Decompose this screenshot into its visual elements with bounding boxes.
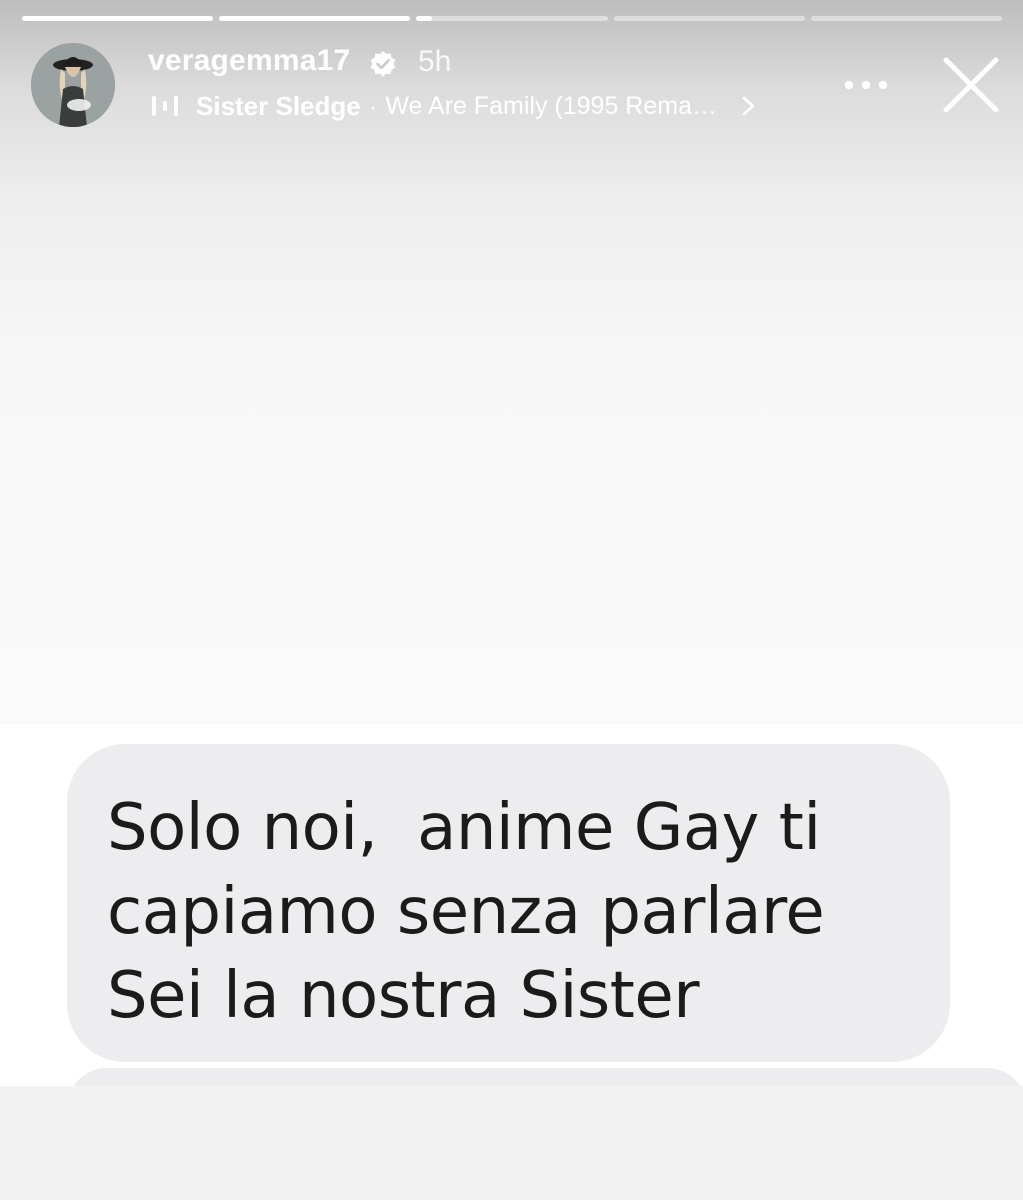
- story-bottom-area: [0, 1086, 1023, 1200]
- progress-segment-fill: [219, 16, 411, 21]
- close-icon[interactable]: [940, 54, 1002, 116]
- progress-segment-fill: [416, 16, 432, 21]
- story-username[interactable]: veragemma17: [148, 44, 350, 78]
- message-line: Sei la nostra Sister: [107, 959, 700, 1033]
- chevron-right-icon: [742, 96, 755, 116]
- progress-segment: [810, 16, 1003, 21]
- story-time-ago: 5h: [418, 45, 452, 78]
- progress-segment: [219, 16, 411, 21]
- message-line: Solo noi, anime Gay ti: [107, 791, 821, 865]
- profile-avatar-image: [31, 43, 115, 127]
- story-music-attribution[interactable]: Sister Sledge · We Are Family (1995 Rema…: [150, 88, 757, 124]
- profile-avatar[interactable]: [31, 43, 115, 127]
- music-song-title: We Are Family (1995 Rema…: [385, 91, 717, 120]
- story-viewer[interactable]: veragemma17 5h Sister Sledge · We Are Fa…: [0, 0, 1023, 1200]
- message-line: capiamo senza parlare: [107, 875, 825, 949]
- progress-segment: [416, 16, 608, 21]
- music-bars-icon: [152, 96, 178, 116]
- story-progress-bar: [22, 16, 1003, 21]
- verified-badge-icon: [370, 51, 396, 77]
- message-bubble: Solo noi, anime Gay ti capiamo senza par…: [67, 744, 950, 1062]
- progress-segment-fill: [22, 16, 214, 21]
- music-separator: ·: [368, 90, 378, 121]
- progress-segment: [613, 16, 805, 21]
- music-artist: Sister Sledge: [196, 90, 361, 121]
- more-options-icon[interactable]: [840, 70, 892, 100]
- progress-segment: [22, 16, 214, 21]
